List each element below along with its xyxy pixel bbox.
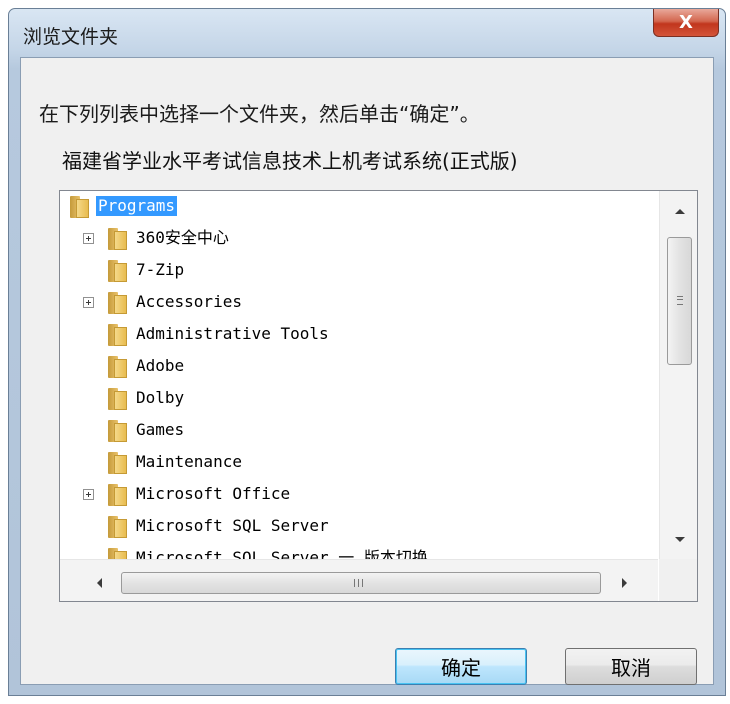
tree-item-label: 7-Zip [136, 260, 185, 279]
tree-item-label: Microsoft SQL Server 一 版本切换 [136, 548, 428, 559]
vertical-scroll-thumb[interactable] [667, 237, 692, 365]
close-button[interactable]: X [653, 9, 719, 37]
folder-icon [106, 420, 130, 442]
tree-item[interactable]: 360安全中心 [60, 223, 658, 255]
tree-item[interactable]: Games [60, 415, 658, 447]
horizontal-scroll-thumb[interactable] [121, 572, 601, 594]
selected-folder-label: 福建省学业水平考试信息技术上机考试系统(正式版) [62, 148, 518, 173]
tree-item-label: Programs [96, 196, 178, 216]
grip-icon [354, 579, 363, 587]
scrollbar-corner [659, 559, 697, 601]
tree-item-label: Maintenance [136, 452, 242, 471]
browse-folder-dialog: 浏览文件夹 X 在下列列表中选择一个文件夹，然后单击“确定”。 福建省学业水平考… [8, 8, 726, 696]
tree-item[interactable]: 7-Zip [60, 255, 658, 287]
tree-item[interactable]: Adobe [60, 351, 658, 383]
ok-button[interactable]: 确定 [395, 648, 527, 685]
vertical-scrollbar[interactable] [659, 191, 697, 559]
tree-item-label: Dolby [136, 388, 185, 407]
tree-item-label: Administrative Tools [136, 324, 329, 343]
tree-item[interactable]: Accessories [60, 287, 658, 319]
folder-icon [106, 260, 130, 282]
folder-icon [106, 228, 130, 250]
folder-icon [106, 324, 130, 346]
tree-item-label: Microsoft SQL Server [136, 516, 329, 535]
tree-root-programs[interactable]: Programs [60, 191, 658, 223]
tree-item[interactable]: Dolby [60, 383, 658, 415]
tree-item-label: Games [136, 420, 185, 439]
folder-icon [106, 356, 130, 378]
tree-item[interactable]: Microsoft SQL Server 一 版本切换 [60, 543, 658, 559]
cancel-button[interactable]: 取消 [565, 648, 697, 685]
folder-icon [106, 548, 130, 559]
dialog-body: 在下列列表中选择一个文件夹，然后单击“确定”。 福建省学业水平考试信息技术上机考… [20, 57, 714, 685]
tree-item[interactable]: Microsoft SQL Server [60, 511, 658, 543]
instruction-text: 在下列列表中选择一个文件夹，然后单击“确定”。 [39, 102, 480, 126]
scroll-left-icon[interactable] [97, 578, 102, 588]
folder-tree-list: Programs 360安全中心 7-Zip Accessories Administ… [60, 191, 658, 559]
tree-item[interactable]: Maintenance [60, 447, 658, 479]
tree-item[interactable]: Administrative Tools [60, 319, 658, 351]
folder-icon [68, 196, 92, 218]
tree-item[interactable]: Microsoft Office [60, 479, 658, 511]
folder-icon [106, 388, 130, 410]
scroll-down-icon[interactable] [675, 537, 685, 542]
grip-icon [677, 296, 683, 305]
window-title: 浏览文件夹 [23, 26, 119, 48]
expand-icon[interactable] [83, 233, 94, 244]
tree-item-label: Accessories [136, 292, 242, 311]
folder-icon [106, 292, 130, 314]
tree-item-label: Microsoft Office [136, 484, 291, 503]
folder-icon [106, 484, 130, 506]
folder-tree[interactable]: Programs 360安全中心 7-Zip Accessories Administ… [59, 190, 698, 602]
expand-icon[interactable] [83, 489, 94, 500]
title-bar[interactable]: 浏览文件夹 X [9, 9, 725, 57]
scroll-right-icon[interactable] [622, 578, 627, 588]
horizontal-scrollbar[interactable] [60, 559, 658, 601]
close-icon: X [679, 12, 693, 33]
scroll-up-icon[interactable] [675, 209, 685, 214]
tree-item-label: Adobe [136, 356, 185, 375]
expand-icon[interactable] [83, 297, 94, 308]
tree-item-label: 360安全中心 [136, 228, 229, 247]
folder-icon [106, 516, 130, 538]
folder-icon [106, 452, 130, 474]
